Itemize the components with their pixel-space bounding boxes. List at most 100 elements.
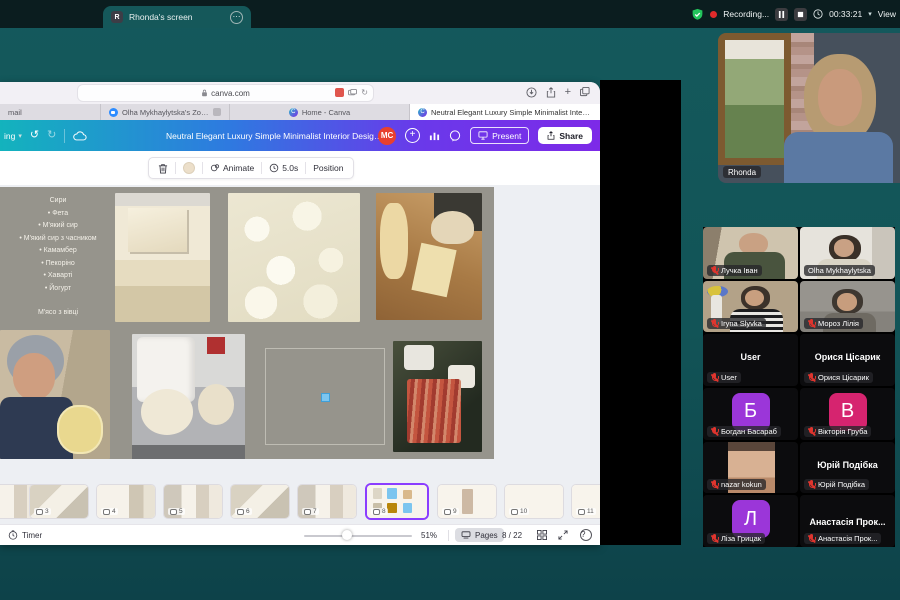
participant-name-label: nazar kokun: [721, 480, 762, 489]
participant-tile[interactable]: Анастасія Прок... Анастасія Прок...: [800, 495, 895, 547]
editor-gutter: [497, 185, 600, 463]
user-avatar[interactable]: MC: [378, 127, 396, 145]
reader-icon[interactable]: [348, 89, 357, 97]
present-button[interactable]: Present: [470, 127, 529, 144]
spotlight-video-rhonda[interactable]: Rhonda: [718, 33, 900, 183]
comment-bubble-icon: [36, 509, 43, 515]
participant-tile[interactable]: Б Богдан Басараб: [703, 388, 798, 440]
participant-tile[interactable]: Л Ліза Грицак: [703, 495, 798, 547]
duration-value: 5.0s: [282, 163, 298, 173]
page-thumbnail-selected[interactable]: 8: [367, 485, 427, 518]
page-thumbnail[interactable]: 11: [572, 485, 600, 518]
photo-cottage-cheese[interactable]: [228, 193, 360, 322]
animate-button[interactable]: Animate: [210, 163, 254, 173]
reload-icon[interactable]: ↻: [361, 88, 368, 97]
canva-design-favicon: C: [418, 108, 427, 117]
pages-button[interactable]: Pages: [455, 528, 504, 542]
page-thumbnail[interactable]: 3: [30, 485, 88, 518]
timer-chevron-icon[interactable]: ▾: [868, 10, 872, 18]
design-title[interactable]: Neutral Elegant Luxury Simple Minimalist…: [166, 131, 386, 141]
extension-icon[interactable]: [335, 88, 344, 97]
photo-cheese-wheels[interactable]: [132, 334, 245, 459]
participant-tile[interactable]: В Вікторія Груба: [800, 388, 895, 440]
redo-icon[interactable]: ↻: [47, 130, 56, 141]
color-swatch[interactable]: [183, 162, 195, 174]
participant-tile[interactable]: nazar kokun: [703, 442, 798, 494]
muted-mic-icon: [808, 319, 815, 328]
design-canvas[interactable]: Сири Фета М'який сир М'який сир з часник…: [0, 187, 494, 459]
page-thumbnail[interactable]: 5: [164, 485, 222, 518]
share-page-icon[interactable]: [546, 87, 556, 98]
photo-meat-platter[interactable]: [393, 341, 482, 452]
photo-detail: [380, 203, 408, 279]
canva-statusbar: Timer 51% Pages 8 / 22 ?: [0, 524, 600, 545]
cheese-list-text[interactable]: Сири Фета М'який сир М'який сир з часник…: [2, 195, 114, 320]
participant-name-label: Орися Цісарик: [818, 373, 869, 382]
address-bar[interactable]: canva.com ↻: [78, 85, 373, 101]
tab-zoom-meeting[interactable]: Olha Mykhaylytska's Zoom Meeting: [101, 104, 230, 120]
clock-icon: [813, 9, 823, 19]
tab-mail[interactable]: mail: [0, 104, 101, 120]
security-shield-icon[interactable]: [691, 8, 704, 21]
tab-more-icon[interactable]: ⋯: [230, 11, 243, 24]
downloads-icon[interactable]: [526, 87, 537, 98]
shared-screen-tab[interactable]: R Rhonda's screen ⋯: [103, 6, 251, 28]
delete-icon[interactable]: [158, 163, 168, 174]
participant-name-label: User: [721, 373, 737, 382]
add-member-icon[interactable]: +: [405, 128, 420, 143]
view-button[interactable]: View: [878, 9, 896, 19]
comments-icon[interactable]: [449, 130, 461, 142]
muted-mic-icon: [711, 480, 718, 489]
help-button[interactable]: ?: [580, 529, 592, 541]
page-indicator: 8 / 22: [502, 525, 522, 545]
participant-tile[interactable]: Olha Mykhaylytska: [800, 227, 895, 279]
zoom-favicon: [109, 108, 118, 117]
tab-overview-icon[interactable]: [580, 87, 590, 97]
page-thumbnail[interactable]: 6: [231, 485, 289, 518]
position-label: Position: [313, 163, 343, 173]
tab-canva-home[interactable]: C Home - Canva: [230, 104, 410, 120]
participant-tile[interactable]: User User: [703, 334, 798, 386]
pause-recording-button[interactable]: [775, 8, 788, 21]
page-thumbnail[interactable]: 9: [438, 485, 496, 518]
page-thumbnail[interactable]: 4: [97, 485, 155, 518]
participant-tile[interactable]: Лучка Іван: [703, 227, 798, 279]
animate-label: Animate: [223, 163, 254, 173]
participant-tile[interactable]: Орися Цісарик Орися Цісарик: [800, 334, 895, 386]
canva-favicon: C: [289, 108, 298, 117]
grid-view-icon[interactable]: [537, 525, 547, 545]
editing-mode-dropdown[interactable]: ing ▾: [4, 131, 22, 141]
timer-button[interactable]: Timer: [8, 525, 42, 545]
page-thumbnail[interactable]: 7: [298, 485, 356, 518]
cheese-list: Фета М'який сир М'який сир з часником Ка…: [2, 208, 114, 296]
duration-button[interactable]: 5.0s: [269, 163, 298, 173]
tab-canva-design-label: Neutral Elegant Luxury Simple Minimalist…: [431, 108, 592, 117]
photo-woman-hairnet[interactable]: [0, 330, 110, 459]
participant-display-name: Анастасія Прок...: [800, 517, 895, 527]
share-button[interactable]: Share: [538, 127, 592, 144]
photo-cheese-board[interactable]: [376, 193, 482, 320]
browser-tabbar: mail Olha Mykhaylytska's Zoom Meeting C …: [0, 104, 600, 120]
context-toolbar: Animate 5.0s Position: [148, 157, 354, 179]
page-thumbnail[interactable]: 10: [505, 485, 563, 518]
muted-mic-icon: [808, 427, 815, 436]
photo-detail: [141, 389, 193, 434]
undo-icon[interactable]: ↺: [30, 130, 39, 141]
zoom-level[interactable]: 51%: [421, 525, 437, 545]
position-button[interactable]: Position: [313, 163, 343, 173]
participant-tile[interactable]: Юрій Подібка Юрій Подібка: [800, 442, 895, 494]
zoom-slider-handle[interactable]: [342, 530, 352, 540]
fullscreen-icon[interactable]: [558, 525, 568, 545]
insights-icon[interactable]: [429, 130, 440, 141]
muted-mic-icon: [808, 534, 815, 543]
participant-tile[interactable]: Iryna Slyvka: [703, 281, 798, 333]
new-tab-icon[interactable]: +: [565, 86, 571, 98]
stop-recording-button[interactable]: [794, 8, 807, 21]
tab-canva-design[interactable]: C Neutral Elegant Luxury Simple Minimali…: [410, 104, 600, 120]
participant-name-label: Анастасія Прок...: [818, 534, 877, 543]
photo-cheese-block[interactable]: [115, 193, 210, 322]
comment-bubble-icon: [237, 509, 244, 515]
participant-tile[interactable]: Мороз Лілія: [800, 281, 895, 333]
zoom-slider[interactable]: [304, 535, 412, 537]
present-label: Present: [492, 131, 521, 141]
